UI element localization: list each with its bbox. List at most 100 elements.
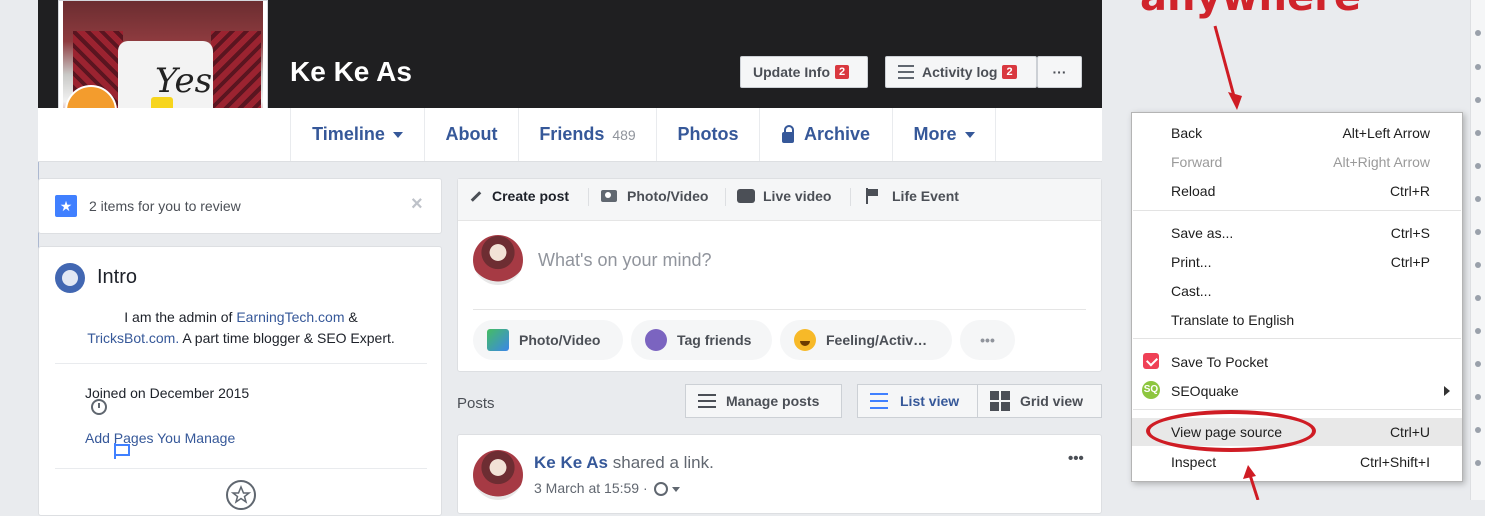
cover-more-button[interactable]: ··· — [1037, 56, 1082, 88]
annotation-arrow-top — [1213, 25, 1242, 110]
menu-item-reload[interactable]: Reload Ctrl+R — [1132, 177, 1462, 205]
smiley-icon — [794, 329, 816, 351]
tag-friends-icon — [645, 329, 667, 351]
post-timestamp[interactable]: 3 March at 15:59 · — [534, 480, 648, 496]
submenu-arrow-icon — [1444, 386, 1450, 396]
more-dots-icon: ••• — [980, 332, 995, 348]
feeling-label: Feeling/Activ… — [826, 332, 928, 348]
intro-title: Intro — [97, 266, 138, 288]
tab-create-post-label: Create post — [492, 188, 570, 204]
menu-item-save-to-pocket[interactable]: Save To Pocket — [1132, 348, 1462, 376]
divider — [473, 309, 1086, 310]
menu-item-seoquake[interactable]: SQ SEOquake — [1132, 377, 1462, 405]
tag-friends-action[interactable]: Tag friends — [631, 320, 772, 360]
menu-shortcut: Alt+Left Arrow — [1342, 125, 1430, 141]
add-pages-link[interactable]: Add Pages You Manage — [85, 430, 235, 446]
tab-archive-label: Archive — [803, 124, 871, 144]
activity-log-label: Activity log — [922, 64, 998, 80]
menu-item-back[interactable]: Back Alt+Left Arrow — [1132, 119, 1462, 147]
flag-icon — [866, 188, 882, 204]
tab-timeline[interactable]: Timeline — [290, 108, 424, 161]
menu-item-inspect[interactable]: Inspect Ctrl+Shift+I — [1132, 448, 1462, 476]
menu-item-save-as[interactable]: Save as... Ctrl+S — [1132, 219, 1462, 247]
globe-icon — [55, 263, 85, 293]
tab-about[interactable]: About — [424, 108, 518, 161]
friends-count: 489 — [612, 126, 636, 143]
tab-timeline-label: Timeline — [312, 124, 385, 144]
caret-down-icon — [964, 131, 975, 138]
menu-item-forward[interactable]: Forward Alt+Right Arrow — [1132, 148, 1462, 176]
review-card: ★ 2 items for you to review × — [38, 178, 442, 234]
menu-separator — [1133, 409, 1461, 410]
seoquake-icon: SQ — [1142, 381, 1160, 399]
menu-shortcut: Ctrl+Shift+I — [1359, 454, 1430, 470]
bio-link-tricksbot[interactable]: TricksBot.com. — [87, 330, 179, 346]
menu-label: Back — [1171, 125, 1203, 141]
tab-photos[interactable]: Photos — [656, 108, 759, 161]
photo-icon — [487, 329, 509, 351]
menu-label: Reload — [1171, 183, 1216, 199]
menu-item-cast[interactable]: Cast... — [1132, 277, 1462, 305]
divider — [55, 363, 427, 364]
menu-separator — [1133, 210, 1461, 211]
avatar — [473, 235, 523, 285]
list-view-label: List view — [900, 393, 960, 409]
grid-view-button[interactable]: Grid view — [977, 384, 1102, 418]
tab-more-label: More — [913, 124, 957, 144]
avatar-shirt-text: Yes — [155, 61, 213, 101]
settings-list-icon — [698, 394, 716, 408]
menu-item-translate[interactable]: Translate to English — [1132, 306, 1462, 334]
composer-input[interactable]: What's on your mind? — [538, 250, 712, 271]
update-info-badge: 2 — [835, 65, 850, 79]
tab-create-post[interactable]: Create post — [470, 188, 569, 204]
menu-label: Print... — [1171, 254, 1212, 270]
divider — [850, 188, 851, 206]
divider — [55, 468, 427, 469]
menu-label: Save as... — [1171, 225, 1234, 241]
grid-view-icon — [990, 391, 1010, 411]
privacy-globe-icon[interactable] — [653, 482, 682, 497]
feeling-action[interactable]: Feeling/Activ… — [780, 320, 952, 360]
activity-log-button[interactable]: Activity log 2 — [885, 56, 1037, 88]
post-menu-icon[interactable]: ••• — [1068, 450, 1084, 467]
update-info-label: Update Info — [753, 64, 830, 80]
profile-name[interactable]: Ke Ke As — [290, 56, 412, 88]
update-info-button[interactable]: Update Info 2 — [740, 56, 868, 88]
manage-posts-button[interactable]: Manage posts — [685, 384, 842, 418]
tab-more[interactable]: More — [892, 108, 996, 161]
list-icon — [898, 65, 914, 79]
tab-photo-video-label: Photo/Video — [627, 188, 709, 204]
intro-card: Intro I am the admin of EarningTech.com … — [38, 246, 442, 516]
tab-live-video[interactable]: Live video — [737, 188, 831, 204]
list-view-icon — [870, 393, 888, 409]
close-icon[interactable]: × — [411, 193, 423, 216]
tag-friends-label: Tag friends — [677, 332, 752, 348]
menu-label: Cast... — [1171, 283, 1212, 299]
manage-posts-label: Manage posts — [726, 393, 820, 409]
tab-photos-label: Photos — [677, 124, 739, 144]
menu-label: Forward — [1171, 154, 1223, 170]
menu-item-print[interactable]: Print... Ctrl+P — [1132, 248, 1462, 276]
lock-icon — [781, 124, 794, 143]
menu-separator — [1133, 338, 1461, 339]
tab-friends[interactable]: Friends 489 — [518, 108, 656, 161]
tab-archive[interactable]: Archive — [759, 108, 892, 161]
nav-left-blank — [38, 108, 290, 162]
right-sidebar-strip — [1470, 0, 1485, 500]
post-author-link[interactable]: Ke Ke As — [534, 453, 608, 472]
bio-link-earningtech[interactable]: EarningTech.com — [236, 309, 344, 325]
photo-video-label: Photo/Video — [519, 332, 601, 348]
tab-photo-video[interactable]: Photo/Video — [601, 188, 708, 204]
more-dots-icon: ··· — [1052, 64, 1067, 80]
list-view-button[interactable]: List view — [857, 384, 978, 418]
tab-life-event[interactable]: Life Event — [866, 188, 959, 204]
composer-more-button[interactable]: ••• — [960, 320, 1015, 360]
photo-video-action[interactable]: Photo/Video — [473, 320, 623, 360]
menu-shortcut: Ctrl+S — [1390, 225, 1430, 241]
bio-text: & — [344, 309, 358, 325]
intro-bio: I am the admin of EarningTech.com & Tric… — [55, 307, 427, 349]
menu-shortcut: Ctrl+R — [1389, 183, 1430, 199]
star-outline-icon[interactable] — [225, 479, 257, 511]
avatar[interactable] — [473, 450, 523, 500]
review-text[interactable]: 2 items for you to review — [89, 198, 241, 214]
